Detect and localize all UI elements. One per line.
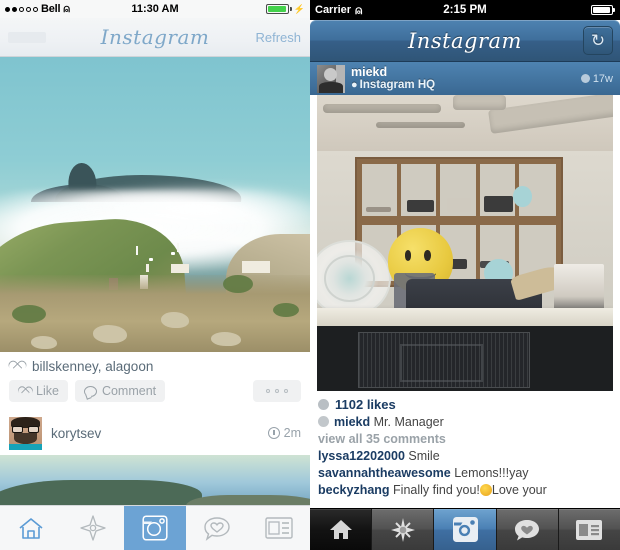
likers-label[interactable]: billskenney, alagoon bbox=[32, 359, 153, 374]
tab-home[interactable] bbox=[0, 506, 62, 550]
refresh-button[interactable]: Refresh bbox=[255, 30, 301, 45]
comment-label: Comment bbox=[101, 384, 157, 398]
comment-bullet-icon bbox=[318, 416, 329, 427]
camera-icon bbox=[142, 515, 168, 541]
location-row[interactable]: ● Instagram HQ bbox=[351, 79, 435, 92]
battery-cap bbox=[613, 8, 615, 12]
app-logo: Instagram bbox=[408, 28, 522, 53]
home-icon bbox=[329, 520, 352, 539]
tab-activity[interactable] bbox=[496, 509, 559, 550]
username-label[interactable]: miekd bbox=[351, 65, 435, 79]
clock-icon bbox=[267, 427, 280, 439]
tab-activity[interactable] bbox=[186, 506, 248, 550]
smiley-emoji-icon bbox=[479, 484, 492, 496]
like-label: Like bbox=[36, 384, 59, 398]
tab-explore[interactable] bbox=[372, 509, 435, 550]
battery-icon bbox=[265, 4, 289, 14]
action-button-row: Like Comment bbox=[9, 380, 301, 411]
speech-bubble-icon bbox=[83, 385, 97, 397]
tab-explore[interactable] bbox=[62, 506, 124, 550]
right-phone-ios6: Carrier ⍝ 2:15 PM Instagram ↻ miekd ● In… bbox=[310, 0, 620, 550]
comment-text-before: Finally find you! bbox=[393, 483, 480, 497]
post-photo[interactable] bbox=[317, 95, 613, 391]
caption-text: Mr. Manager bbox=[373, 415, 444, 429]
heart-speech-bubble-icon bbox=[204, 516, 230, 541]
ellipsis-dot-icon bbox=[284, 389, 288, 393]
clock-icon bbox=[580, 74, 590, 83]
post-meta: miekd ● Instagram HQ bbox=[351, 65, 435, 93]
app-logo: Instagram bbox=[100, 25, 210, 49]
like-button[interactable]: Like bbox=[9, 380, 68, 402]
charging-bolt-icon: ⚡ bbox=[293, 3, 305, 14]
post-photo[interactable] bbox=[0, 57, 310, 352]
blurred-left-item bbox=[8, 31, 46, 43]
comment-username[interactable]: savannahtheawesome bbox=[318, 466, 451, 480]
compass-star-icon bbox=[80, 515, 106, 541]
post-meta-block: 1102 likes miekd Mr. Manager view all 35… bbox=[310, 391, 620, 499]
tab-bar bbox=[310, 508, 620, 550]
nav-bar: Instagram ↻ bbox=[310, 20, 620, 62]
status-bar: Bell ⍝ 11:30 AM ⚡ bbox=[0, 0, 310, 18]
battery-group: ⚡ bbox=[265, 3, 305, 15]
camera-icon bbox=[452, 517, 478, 542]
profile-card-icon bbox=[265, 517, 293, 539]
heart-icon bbox=[318, 399, 329, 410]
comment-row: beckyzhang Finally find you! Love your bbox=[318, 482, 612, 499]
likers-row: billskenney, alagoon bbox=[9, 359, 301, 380]
ellipsis-dot-icon bbox=[275, 389, 279, 393]
home-icon bbox=[19, 517, 43, 539]
comment-username[interactable]: lyssa12202000 bbox=[318, 449, 405, 463]
comment-text: Smile bbox=[408, 449, 440, 463]
compass-star-icon bbox=[390, 517, 415, 542]
tab-profile[interactable] bbox=[248, 506, 310, 550]
likes-label[interactable]: 1102 likes bbox=[335, 397, 396, 412]
left-phone-ios7: Bell ⍝ 11:30 AM ⚡ Instagram Refresh bill… bbox=[0, 0, 310, 550]
comment-username[interactable]: beckyzhang bbox=[318, 483, 390, 497]
username-label[interactable]: korytsev bbox=[51, 426, 101, 441]
profile-card-icon bbox=[576, 519, 603, 540]
ellipsis-dot-icon bbox=[266, 389, 270, 393]
status-bar: Carrier ⍝ 2:15 PM bbox=[310, 0, 620, 20]
tab-camera[interactable] bbox=[434, 509, 497, 550]
next-post-header[interactable]: korytsev 2m bbox=[0, 411, 310, 455]
status-time: 2:15 PM bbox=[443, 4, 487, 16]
post-actions: billskenney, alagoon Like Comment bbox=[0, 352, 310, 411]
heart-icon bbox=[9, 359, 25, 374]
post-header: miekd ● Instagram HQ 17w bbox=[310, 62, 620, 95]
timestamp-label: 2m bbox=[283, 426, 301, 440]
location-label: Instagram HQ bbox=[359, 79, 436, 92]
likes-row[interactable]: 1102 likes bbox=[318, 397, 612, 412]
heart-speech-bubble-icon bbox=[515, 519, 540, 540]
comment-button[interactable]: Comment bbox=[74, 380, 166, 402]
comment-text-after: Love your bbox=[491, 483, 547, 497]
heart-icon bbox=[18, 385, 31, 397]
refresh-button[interactable]: ↻ bbox=[583, 26, 613, 55]
caption-username[interactable]: miekd bbox=[334, 415, 370, 429]
status-time: 11:30 AM bbox=[131, 3, 179, 15]
dual-phone-comparison: Bell ⍝ 11:30 AM ⚡ Instagram Refresh bill… bbox=[0, 0, 620, 550]
tab-profile[interactable] bbox=[558, 509, 620, 550]
comment-row: lyssa12202000 Smile bbox=[318, 448, 612, 465]
timestamp: 17w bbox=[580, 72, 613, 85]
refresh-circular-arrow-icon: ↻ bbox=[590, 31, 606, 50]
battery-icon bbox=[591, 5, 613, 15]
nav-bar: Instagram Refresh bbox=[0, 18, 310, 57]
view-all-comments-link[interactable]: view all 35 comments bbox=[318, 431, 612, 448]
timestamp: 2m bbox=[267, 426, 301, 440]
timestamp-label: 17w bbox=[592, 72, 613, 85]
comment-text: Lemons!!!yay bbox=[454, 466, 529, 480]
avatar[interactable] bbox=[317, 64, 345, 93]
more-options-button[interactable] bbox=[253, 380, 301, 402]
tab-home[interactable] bbox=[310, 509, 373, 550]
map-pin-icon: ● bbox=[351, 79, 358, 92]
tab-camera[interactable] bbox=[124, 506, 186, 550]
tab-bar bbox=[0, 505, 310, 550]
comment-row: savannahtheawesome Lemons!!!yay bbox=[318, 465, 612, 482]
battery-cap bbox=[289, 7, 292, 11]
caption-row: miekd Mr. Manager bbox=[318, 414, 612, 431]
avatar[interactable] bbox=[9, 416, 42, 450]
